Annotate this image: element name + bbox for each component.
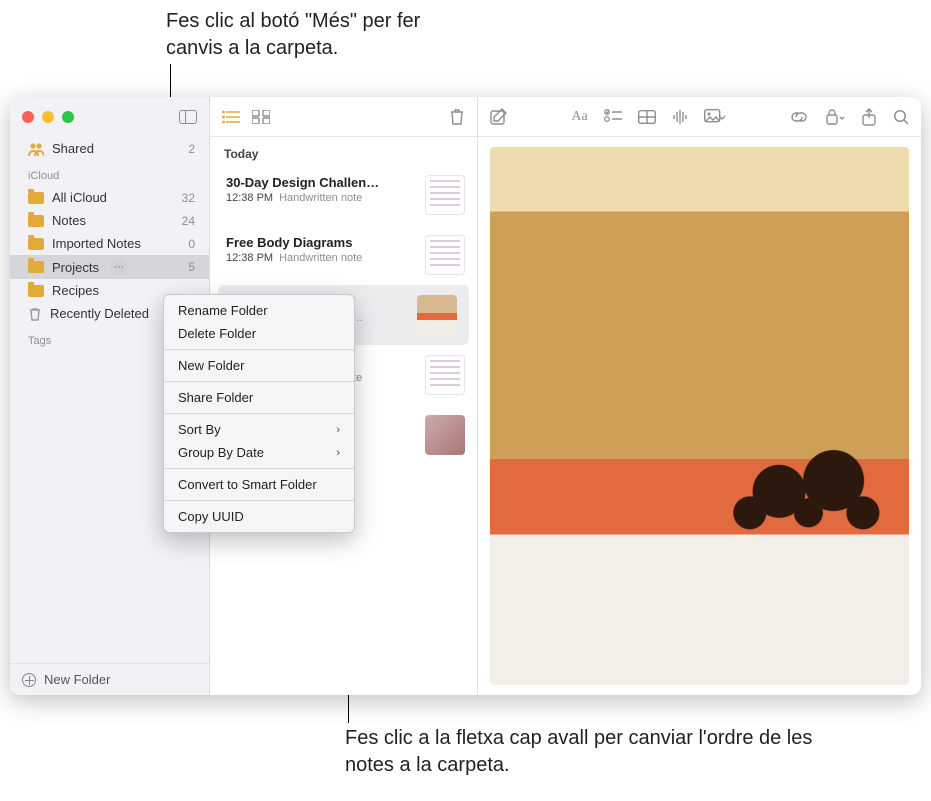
sidebar-item-label: All iCloud: [52, 190, 107, 205]
menu-share-folder[interactable]: Share Folder: [164, 386, 354, 409]
view-list-button[interactable]: [222, 110, 240, 124]
audio-button[interactable]: [672, 109, 688, 125]
menu-separator: [164, 381, 354, 382]
editor-toolbar: Aa: [478, 97, 921, 137]
window-controls: [22, 111, 74, 123]
lock-button[interactable]: [825, 109, 845, 125]
trash-icon: [28, 307, 42, 321]
link-button[interactable]: [789, 110, 809, 124]
shared-icon: [28, 142, 44, 156]
close-window-button[interactable]: [22, 111, 34, 123]
sidebar-item-shared[interactable]: Shared 2: [10, 137, 209, 160]
note-item[interactable]: Free Body Diagrams 12:38 PMHandwritten n…: [210, 225, 477, 285]
sidebar-item-imported[interactable]: Imported Notes 0: [10, 232, 209, 255]
checklist-button[interactable]: [604, 109, 622, 125]
callout-bottom: Fes clic a la fletxa cap avall per canvi…: [345, 725, 825, 779]
menu-separator: [164, 468, 354, 469]
sidebar-titlebar: [10, 97, 209, 137]
delete-note-button[interactable]: [449, 108, 465, 126]
sidebar-section-icloud: iCloud: [10, 160, 209, 186]
sidebar-item-all-icloud[interactable]: All iCloud 32: [10, 186, 209, 209]
note-thumb-icon: [425, 355, 465, 395]
toggle-sidebar-icon[interactable]: [179, 110, 197, 124]
sidebar-item-count: 32: [182, 191, 197, 205]
callout-top: Fes clic al botó "Més" per fer canvis a …: [166, 8, 466, 62]
folder-icon: [28, 238, 44, 250]
new-folder-label: New Folder: [44, 672, 110, 687]
note-title: Free Body Diagrams: [226, 235, 415, 250]
menu-new-folder[interactable]: New Folder: [164, 354, 354, 377]
list-toolbar: [210, 97, 477, 137]
minimize-window-button[interactable]: [42, 111, 54, 123]
sidebar-item-count: 2: [188, 142, 197, 156]
folder-context-menu: Rename Folder Delete Folder New Folder S…: [163, 294, 355, 533]
chevron-right-icon: ›: [336, 424, 340, 436]
sidebar-item-projects[interactable]: Projects ⋯ 5: [10, 255, 209, 279]
sidebar-item-notes[interactable]: Notes 24: [10, 209, 209, 232]
sidebar-item-count: 0: [188, 237, 197, 251]
chevron-right-icon: ›: [336, 447, 340, 459]
note-subtitle: 12:38 PMHandwritten note: [226, 252, 415, 264]
folder-more-button[interactable]: ⋯: [111, 259, 127, 275]
sidebar-item-label: Recently Deleted: [50, 306, 149, 321]
menu-sort-by[interactable]: Sort By›: [164, 418, 354, 441]
menu-rename-folder[interactable]: Rename Folder: [164, 299, 354, 322]
note-image: [490, 147, 909, 685]
menu-separator: [164, 413, 354, 414]
new-folder-button[interactable]: New Folder: [10, 663, 209, 695]
menu-convert-smart-folder[interactable]: Convert to Smart Folder: [164, 473, 354, 496]
menu-delete-folder[interactable]: Delete Folder: [164, 322, 354, 345]
list-section-header: Today: [210, 137, 477, 165]
folder-icon: [28, 192, 44, 204]
note-thumb-icon: [425, 175, 465, 215]
plus-circle-icon: [22, 673, 36, 687]
note-thumb-icon: [425, 415, 465, 455]
folder-icon: [28, 261, 44, 273]
compose-button[interactable]: [490, 108, 508, 126]
share-button[interactable]: [861, 108, 877, 126]
sidebar-item-label: Shared: [52, 141, 94, 156]
folder-icon: [28, 285, 44, 297]
menu-group-by-date[interactable]: Group By Date›: [164, 441, 354, 464]
sidebar-item-label: Imported Notes: [52, 236, 141, 251]
sidebar-item-count: 24: [182, 214, 197, 228]
table-button[interactable]: [638, 110, 656, 124]
view-gallery-button[interactable]: [252, 110, 270, 124]
sidebar-item-label: Recipes: [52, 283, 99, 298]
note-thumb-icon: [417, 295, 457, 335]
menu-separator: [164, 500, 354, 501]
menu-separator: [164, 349, 354, 350]
search-button[interactable]: [893, 109, 909, 125]
editor-pane: Aa: [478, 97, 921, 695]
zoom-window-button[interactable]: [62, 111, 74, 123]
note-item[interactable]: 30-Day Design Challen… 12:38 PMHandwritt…: [210, 165, 477, 225]
media-button[interactable]: [704, 109, 726, 125]
menu-copy-uuid[interactable]: Copy UUID: [164, 505, 354, 528]
note-body[interactable]: [478, 137, 921, 695]
folder-icon: [28, 215, 44, 227]
notes-window: Shared 2 iCloud All iCloud 32 Notes 24 I…: [10, 97, 921, 695]
sidebar-item-count: 5: [188, 260, 197, 274]
format-button[interactable]: Aa: [571, 109, 587, 125]
sidebar-item-label: Notes: [52, 213, 86, 228]
note-title: 30-Day Design Challen…: [226, 175, 415, 190]
sidebar-item-label: Projects: [52, 260, 99, 275]
note-thumb-icon: [425, 235, 465, 275]
note-subtitle: 12:38 PMHandwritten note: [226, 192, 415, 204]
